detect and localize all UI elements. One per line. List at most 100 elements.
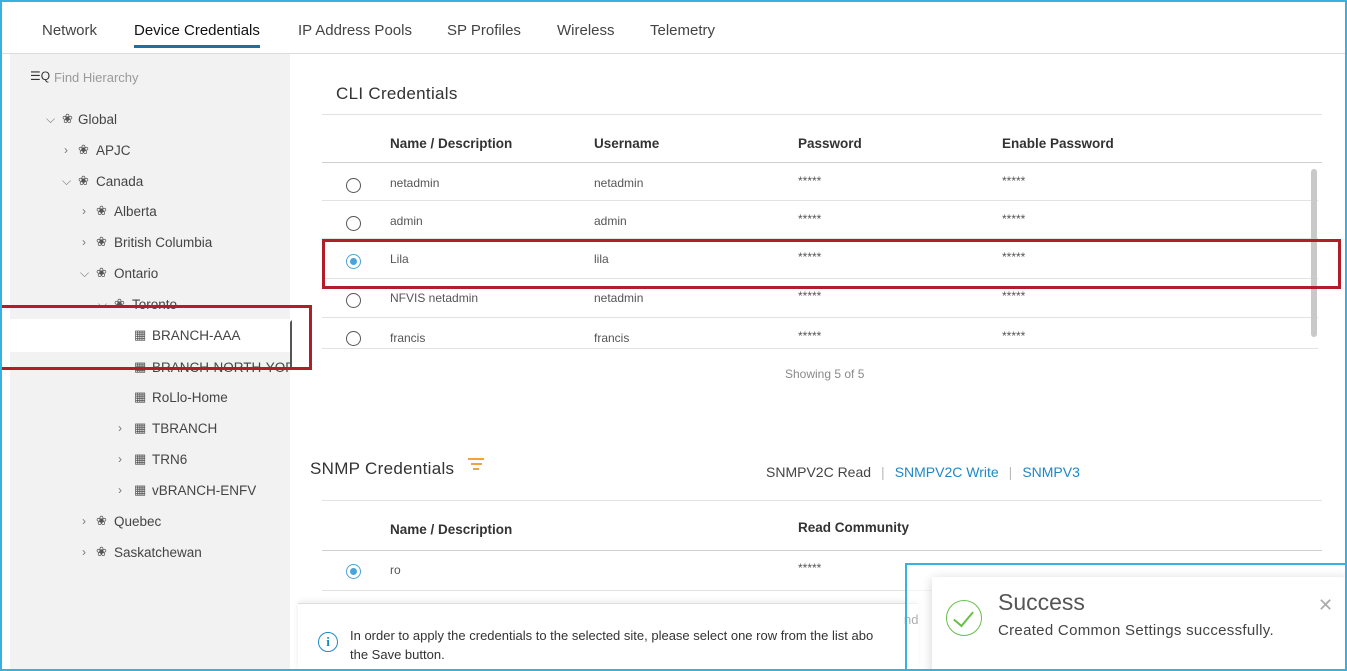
- tree-item-canada[interactable]: ⌵ ❀ Canada: [10, 168, 290, 198]
- row-name: Lila: [390, 252, 409, 266]
- tab-snmpv2c-write[interactable]: SNMPV2C Write: [895, 464, 999, 480]
- tree-item-label: Global: [78, 112, 118, 127]
- tree-item-saskatchewan[interactable]: › ❀ Saskatchewan: [10, 539, 290, 569]
- settings-tab-bar: Network Device Credentials IP Address Po…: [2, 2, 1345, 54]
- success-toast: Success Created Common Settings successf…: [932, 577, 1345, 669]
- filter-icon[interactable]: [468, 458, 484, 473]
- divider: [322, 550, 1322, 551]
- column-header-username[interactable]: Username: [594, 136, 659, 151]
- tree-item-branch-north-york[interactable]: ▦ BRANCH-NORTH-YORK: [10, 354, 290, 384]
- building-icon: ▦: [134, 420, 147, 435]
- tab-device-credentials[interactable]: Device Credentials: [134, 22, 260, 48]
- chevron-right-icon[interactable]: ›: [82, 514, 86, 528]
- tree-item-label: British Columbia: [114, 235, 213, 250]
- row-radio[interactable]: [346, 293, 361, 308]
- tree-item-tbranch[interactable]: › ▦ TBRANCH: [10, 415, 290, 445]
- row-username: netadmin: [594, 291, 644, 305]
- find-hierarchy-input[interactable]: Find Hierarchy: [54, 70, 139, 85]
- tab-sp-profiles[interactable]: SP Profiles: [447, 22, 521, 39]
- chevron-down-icon[interactable]: ⌵: [62, 174, 71, 189]
- row-radio[interactable]: [346, 254, 361, 269]
- row-name: netadmin: [390, 176, 440, 190]
- tree-item-quebec[interactable]: › ❀ Quebec: [10, 508, 290, 538]
- chevron-right-icon[interactable]: ›: [64, 143, 68, 157]
- tree-item-branch-aaa[interactable]: ▦ BRANCH-AAA: [10, 319, 290, 352]
- chevron-right-icon[interactable]: ›: [118, 483, 122, 497]
- info-message-line1: In order to apply the credentials to the…: [350, 628, 874, 643]
- row-count-label: Showing 5 of 5: [785, 367, 865, 381]
- toast-title: Success: [998, 589, 1085, 615]
- info-banner: i In order to apply the credentials to t…: [298, 603, 918, 669]
- sites-icon: ❀: [78, 173, 89, 188]
- tree-item-ontario[interactable]: ⌵ ❀ Ontario: [10, 260, 290, 290]
- info-message-line2: the Save button.: [350, 647, 445, 662]
- chevron-down-icon[interactable]: ⌵: [98, 297, 107, 312]
- sites-icon: ❀: [96, 544, 107, 559]
- column-header-name[interactable]: Name / Description: [390, 522, 512, 537]
- tab-snmpv3[interactable]: SNMPV3: [1022, 464, 1080, 480]
- building-icon: ▦: [134, 451, 147, 466]
- close-icon[interactable]: ✕: [1318, 595, 1333, 616]
- row-name: ro: [390, 563, 401, 577]
- chevron-right-icon[interactable]: ›: [118, 421, 122, 435]
- chevron-right-icon[interactable]: ›: [82, 235, 86, 249]
- chevron-right-icon[interactable]: ›: [118, 452, 122, 466]
- site-hierarchy-sidebar: ☰Q Find Hierarchy ⌵ ❀ Global › ❀ APJC ⌵ …: [10, 54, 290, 669]
- tree-item-label: RoLlo-Home: [152, 390, 228, 405]
- column-header-password[interactable]: Password: [798, 136, 862, 151]
- row-name: francis: [390, 331, 426, 345]
- tab-ip-address-pools[interactable]: IP Address Pools: [298, 22, 412, 39]
- row-enable-password: *****: [1002, 329, 1026, 343]
- tree-item-apjc[interactable]: › ❀ APJC: [10, 137, 290, 167]
- row-username: admin: [594, 214, 627, 228]
- row-radio[interactable]: [346, 331, 361, 346]
- row-enable-password: *****: [1002, 174, 1026, 188]
- tree-item-rollo-home[interactable]: ▦ RoLlo-Home: [10, 384, 290, 414]
- row-enable-password: *****: [1002, 289, 1026, 303]
- building-icon: ▦: [134, 389, 147, 404]
- app-frame: Network Device Credentials IP Address Po…: [0, 0, 1347, 671]
- chevron-down-icon[interactable]: ⌵: [80, 266, 89, 281]
- sites-icon: ❀: [96, 234, 107, 249]
- row-radio[interactable]: [346, 178, 361, 193]
- row-password: *****: [798, 174, 822, 188]
- column-header-name[interactable]: Name / Description: [390, 136, 512, 151]
- column-header-enable-password[interactable]: Enable Password: [1002, 136, 1114, 151]
- tree-item-toronto[interactable]: ⌵ ❀ Toronto: [10, 291, 290, 321]
- tree-item-british-columbia[interactable]: › ❀ British Columbia: [10, 229, 290, 259]
- toast-message: Created Common Settings successfully.: [998, 622, 1274, 639]
- column-header-read-community[interactable]: Read Community: [798, 520, 909, 535]
- row-radio[interactable]: [346, 564, 361, 579]
- building-icon: ▦: [134, 482, 147, 497]
- tab-telemetry[interactable]: Telemetry: [650, 22, 715, 39]
- cli-credentials-title: CLI Credentials: [336, 84, 458, 103]
- chevron-right-icon[interactable]: ›: [82, 204, 86, 218]
- tree-item-vbranch-enfv[interactable]: › ▦ vBRANCH-ENFV: [10, 477, 290, 507]
- tab-snmpv2c-read[interactable]: SNMPV2C Read: [766, 464, 871, 480]
- row-username: netadmin: [594, 176, 644, 190]
- snmp-credentials-title: SNMP Credentials: [310, 459, 455, 478]
- chevron-down-icon[interactable]: ⌵: [46, 112, 55, 127]
- tree-item-label: Alberta: [114, 204, 157, 219]
- sites-icon: ❀: [114, 296, 125, 311]
- tree-item-label: APJC: [96, 143, 131, 158]
- row-enable-password: *****: [1002, 212, 1026, 226]
- row-radio[interactable]: [346, 216, 361, 231]
- tab-wireless[interactable]: Wireless: [557, 22, 615, 39]
- tab-network[interactable]: Network: [42, 22, 97, 39]
- row-password: *****: [798, 250, 822, 264]
- tree-item-global[interactable]: ⌵ ❀ Global: [10, 106, 290, 136]
- filter-search-icon[interactable]: ☰Q: [30, 69, 50, 83]
- row-username: lila: [594, 252, 609, 266]
- row-name: NFVIS netadmin: [390, 291, 479, 305]
- tree-item-label: Saskatchewan: [114, 545, 202, 560]
- sites-icon: ❀: [96, 265, 107, 280]
- table-scrollbar[interactable]: [1311, 169, 1317, 337]
- toast-progress: [998, 667, 1318, 669]
- tree-item-trn6[interactable]: › ▦ TRN6: [10, 446, 290, 476]
- tree-item-alberta[interactable]: › ❀ Alberta: [10, 198, 290, 228]
- row-password: *****: [798, 289, 822, 303]
- tree-item-label: Canada: [96, 174, 144, 189]
- sites-icon: ❀: [96, 513, 107, 528]
- chevron-right-icon[interactable]: ›: [82, 545, 86, 559]
